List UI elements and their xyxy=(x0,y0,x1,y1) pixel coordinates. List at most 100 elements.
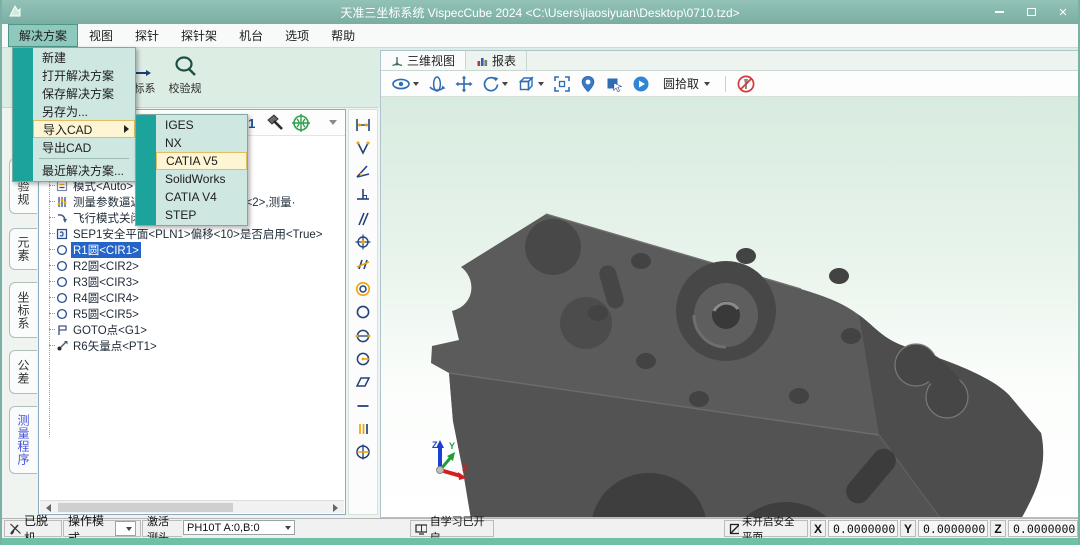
angle-between-icon[interactable] xyxy=(354,139,372,157)
self-learning-toggle[interactable]: 自学习已开启 xyxy=(410,520,494,537)
tree-toolbar-overflow-icon[interactable] xyxy=(329,120,337,125)
z-label: Z xyxy=(990,520,1006,537)
parallelism-icon[interactable] xyxy=(354,210,372,228)
z-value: 0.0000000 xyxy=(1008,520,1078,537)
cad-model[interactable] xyxy=(381,97,1079,517)
flatness-icon[interactable] xyxy=(354,373,372,391)
submenu-item-catia-v4[interactable]: CATIA V4 xyxy=(156,188,247,206)
menu-item-save[interactable]: 保存解决方案 xyxy=(33,84,135,102)
tree-label: R2圆<CIR2> xyxy=(71,258,141,274)
tree-row[interactable]: R4圆<CIR4> xyxy=(39,290,345,305)
menu-solution[interactable]: 解决方案 xyxy=(8,24,78,47)
close-button[interactable]: ✕ xyxy=(1056,5,1070,19)
tab-report[interactable]: 报表 xyxy=(466,51,527,70)
visibility-button[interactable] xyxy=(391,76,419,92)
submenu-item-solidworks[interactable]: SolidWorks xyxy=(156,170,247,188)
menu-probe-rack[interactable]: 探针架 xyxy=(170,24,228,47)
view-panel: 三维视图 报表 xyxy=(380,50,1080,518)
menu-item-recent[interactable]: 最近解决方案... xyxy=(33,161,135,179)
runout-icon[interactable] xyxy=(354,420,372,438)
rotate-button[interactable] xyxy=(482,75,508,93)
chevron-down-icon[interactable] xyxy=(413,82,419,86)
circle-pick-combo[interactable]: 圆拾取 xyxy=(659,73,714,94)
side-tab-coordinate[interactable]: 坐标系 xyxy=(9,282,37,338)
total-runout-icon[interactable] xyxy=(354,443,372,461)
menu-options[interactable]: 选项 xyxy=(274,24,320,47)
chevron-down-icon[interactable] xyxy=(704,82,710,86)
tree-row[interactable]: R2圆<CIR2> xyxy=(39,258,345,273)
perpendicularity-icon[interactable] xyxy=(354,186,372,204)
tree-row[interactable]: R5圆<CIR5> xyxy=(39,306,345,321)
position-icon[interactable] xyxy=(354,233,372,251)
offline-status: 已脱机 xyxy=(4,520,62,537)
box-select-button[interactable] xyxy=(605,75,623,93)
3d-view-icon xyxy=(391,54,403,66)
app-logo-icon xyxy=(7,3,23,22)
safety-plane-icon xyxy=(56,228,68,240)
tree-label: R6矢量点<PT1> xyxy=(71,338,159,354)
submenu-item-iges[interactable]: IGES xyxy=(156,116,247,134)
menu-bar: 解决方案 视图 探针 探针架 机台 选项 帮助 xyxy=(2,24,1078,48)
active-probe-select[interactable]: PH10T A:0,B:0 xyxy=(183,520,295,535)
submenu-item-nx[interactable]: NX xyxy=(156,134,247,152)
submenu-item-catia-v5[interactable]: CATIA V5 xyxy=(156,152,247,170)
scroll-right-icon[interactable] xyxy=(333,504,338,512)
3d-viewport[interactable]: Z Y X xyxy=(381,97,1079,517)
angle-icon[interactable] xyxy=(354,163,372,181)
tree-row-selected[interactable]: R1圆<CIR1> xyxy=(39,242,345,257)
safety-plane-off-icon xyxy=(729,523,739,535)
menu-item-save-as[interactable]: 另存为... xyxy=(33,102,135,120)
menu-probe[interactable]: 探针 xyxy=(124,24,170,47)
menu-help[interactable]: 帮助 xyxy=(320,24,366,47)
tree-row[interactable]: R6矢量点<PT1> xyxy=(39,338,345,353)
app-window: 天准三坐标系统 VispecCube 2024 <C:\Users\jiaosi… xyxy=(0,0,1080,545)
maximize-button[interactable] xyxy=(1024,5,1038,19)
menu-item-export-cad[interactable]: 导出CAD xyxy=(33,138,135,156)
tree-row[interactable]: GOTO点<G1> xyxy=(39,322,345,337)
menu-item-import-cad-label: 导入CAD xyxy=(43,121,92,138)
view-toolbar: 圆拾取 xyxy=(381,71,1079,97)
cube-view-button[interactable] xyxy=(517,75,544,93)
run-icon xyxy=(632,75,650,93)
menu-machine[interactable]: 机台 xyxy=(228,24,274,47)
tree-label: 飞行模式关闭 xyxy=(71,210,144,226)
menu-item-new[interactable]: 新建 xyxy=(33,48,135,66)
menu-view[interactable]: 视图 xyxy=(78,24,124,47)
submenu-item-step[interactable]: STEP xyxy=(156,206,247,224)
chevron-down-icon[interactable] xyxy=(502,82,508,86)
zoom-fit-button[interactable] xyxy=(553,75,571,93)
circle-icon xyxy=(56,308,68,320)
probe-disabled-button[interactable] xyxy=(737,75,755,93)
concentricity-icon[interactable] xyxy=(354,280,372,298)
submenu-arrow-icon xyxy=(124,125,129,133)
zoom-fit-icon xyxy=(553,75,571,93)
minimize-button[interactable] xyxy=(992,5,1006,19)
locate-button[interactable] xyxy=(580,75,596,93)
diameter-icon[interactable] xyxy=(354,327,372,345)
side-tab-elements[interactable]: 元素 xyxy=(9,228,37,270)
side-tab-tolerance[interactable]: 公差 xyxy=(9,350,37,394)
hammer-icon[interactable] xyxy=(265,113,285,138)
tree-row[interactable]: SEP1安全平面<PLN1>偏移<10>是否启用<True> xyxy=(39,226,345,241)
probe-compass-icon[interactable] xyxy=(291,113,311,138)
straightness-icon[interactable] xyxy=(354,397,372,415)
operation-mode-select[interactable] xyxy=(115,521,136,536)
run-button[interactable] xyxy=(632,75,650,93)
tree-label: GOTO点<G1> xyxy=(71,322,149,338)
x-label: X xyxy=(810,520,826,537)
y-value: 0.0000000 xyxy=(918,520,988,537)
menu-item-open[interactable]: 打开解决方案 xyxy=(33,66,135,84)
distance-icon[interactable] xyxy=(354,116,372,134)
symmetry-icon[interactable] xyxy=(354,256,372,274)
radius-icon[interactable] xyxy=(354,350,372,368)
gauge-check-button[interactable]: 校验规 xyxy=(162,55,208,96)
roundness-icon[interactable] xyxy=(354,303,372,321)
menu-item-import-cad[interactable]: 导入CAD xyxy=(33,120,135,138)
element-toolbar xyxy=(348,109,378,515)
pan-button[interactable] xyxy=(455,75,473,93)
orbit-button[interactable] xyxy=(428,75,446,93)
tree-row[interactable]: R3圆<CIR3> xyxy=(39,274,345,289)
chevron-down-icon[interactable] xyxy=(538,82,544,86)
side-tab-program[interactable]: 测量程序 xyxy=(9,406,37,474)
tab-3d-view[interactable]: 三维视图 xyxy=(381,51,466,70)
